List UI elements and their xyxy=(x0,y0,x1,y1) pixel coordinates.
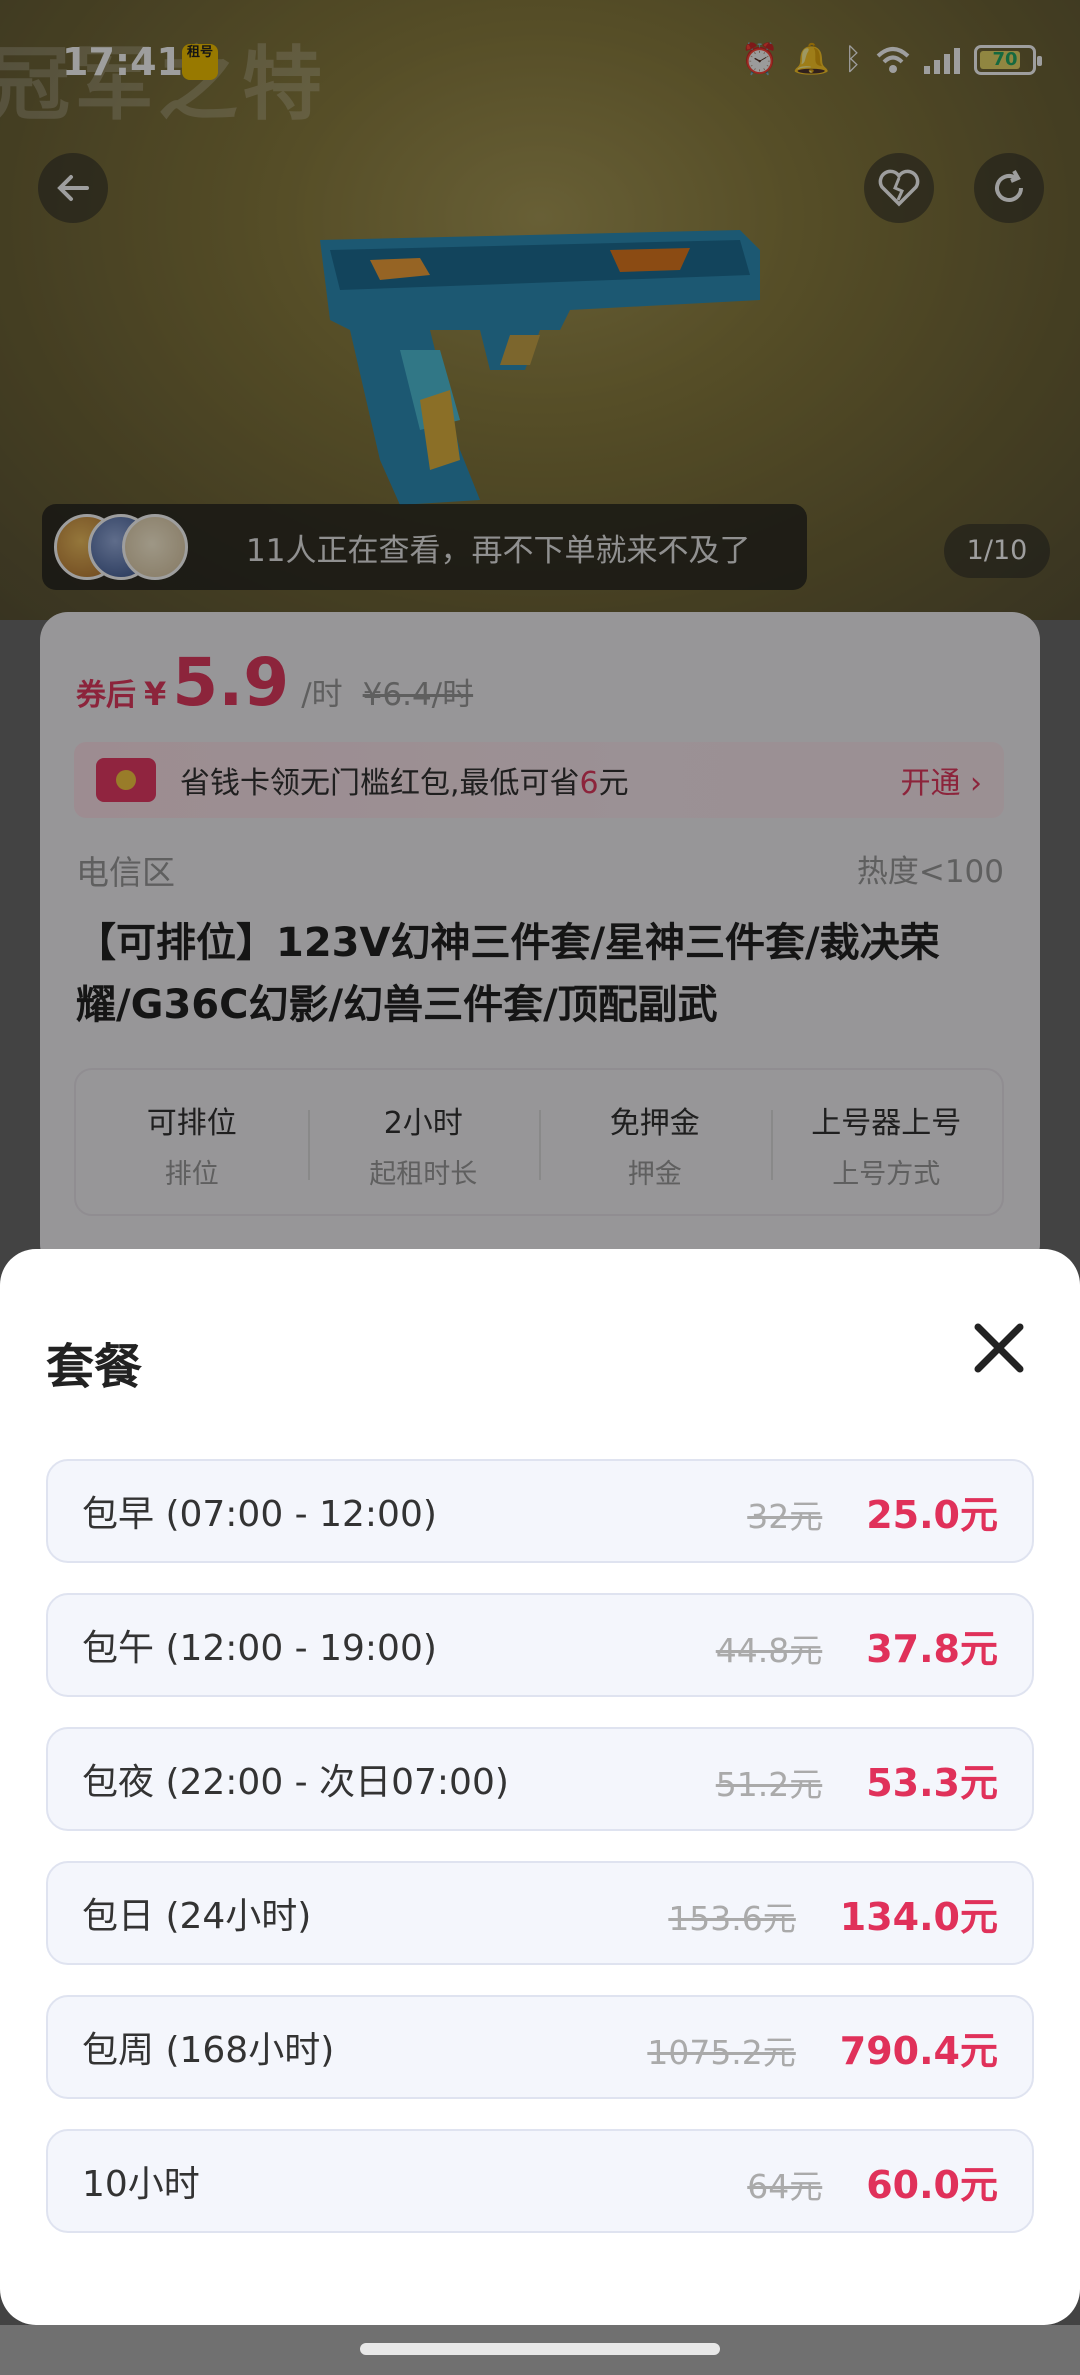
plan-prices: 153.6元 134.0元 xyxy=(668,1886,998,1941)
plan-old-price: 32元 xyxy=(747,1496,823,1536)
plan-prices: 44.8元 37.8元 xyxy=(716,1618,998,1673)
plan-name: 包日 (24小时) xyxy=(82,1896,312,1937)
plan-old-price: 51.2元 xyxy=(715,1764,823,1804)
sheet-title: 套餐 xyxy=(46,1339,143,1395)
plan-option[interactable]: 包午 (12:00 - 19:00) 44.8元 37.8元 xyxy=(46,1593,1034,1697)
plan-prices: 64元 60.0元 xyxy=(747,2154,998,2209)
plan-old-price: 44.8元 xyxy=(715,1630,823,1670)
plan-old-price: 64元 xyxy=(747,2166,823,2206)
plan-list: 包早 (07:00 - 12:00) 32元 25.0元 包午 (12:00 -… xyxy=(46,1459,1034,2263)
plan-price: 53.3元 xyxy=(866,1760,998,1805)
plan-price: 134.0元 xyxy=(839,1894,998,1939)
plan-old-price: 153.6元 xyxy=(668,1898,796,1938)
plan-name: 包早 (07:00 - 12:00) xyxy=(82,1494,437,1535)
plan-option[interactable]: 包早 (07:00 - 12:00) 32元 25.0元 xyxy=(46,1459,1034,1563)
plan-option[interactable]: 包夜 (22:00 - 次日07:00) 51.2元 53.3元 xyxy=(46,1727,1034,1831)
plan-prices: 1075.2元 790.4元 xyxy=(647,2020,998,2075)
plan-price: 60.0元 xyxy=(866,2162,998,2207)
plan-name: 包夜 (22:00 - 次日07:00) xyxy=(82,1762,509,1803)
package-sheet: 套餐 包早 (07:00 - 12:00) 32元 25.0元 包午 (12:0… xyxy=(0,1249,1080,2325)
plan-price: 790.4元 xyxy=(839,2028,998,2073)
plan-name: 包午 (12:00 - 19:00) xyxy=(82,1628,437,1669)
plan-option[interactable]: 10小时 64元 60.0元 xyxy=(46,2129,1034,2233)
home-indicator[interactable] xyxy=(360,2343,720,2355)
plan-prices: 51.2元 53.3元 xyxy=(716,1752,998,1807)
plan-option[interactable]: 包周 (168小时) 1075.2元 790.4元 xyxy=(46,1995,1034,2099)
plan-old-price: 1075.2元 xyxy=(647,2032,796,2072)
close-icon[interactable] xyxy=(968,1317,1030,1379)
plan-name: 包周 (168小时) xyxy=(82,2030,335,2071)
plan-prices: 32元 25.0元 xyxy=(747,1484,998,1539)
plan-option[interactable]: 包日 (24小时) 153.6元 134.0元 xyxy=(46,1861,1034,1965)
plan-name: 10小时 xyxy=(82,2164,200,2205)
plan-price: 25.0元 xyxy=(866,1492,998,1537)
plan-price: 37.8元 xyxy=(866,1626,998,1671)
